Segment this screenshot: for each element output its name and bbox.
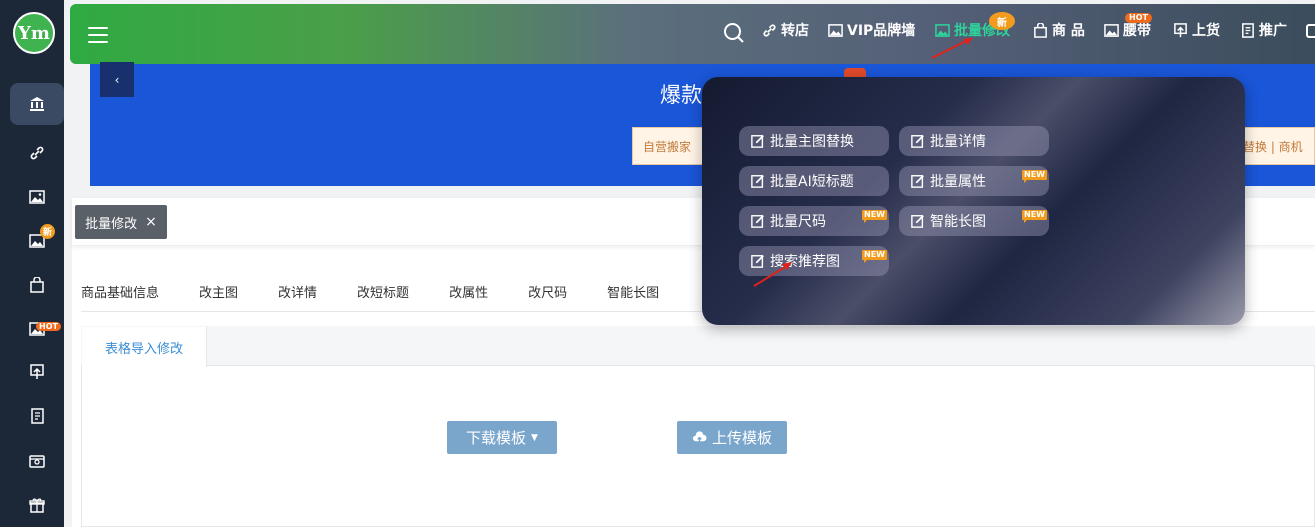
sidebar-item-shop[interactable] (10, 83, 64, 125)
banner-prev-button[interactable]: ‹ (100, 62, 134, 97)
nav-upload[interactable]: 上货 (1173, 20, 1220, 40)
menu-item-batch-detail[interactable]: 批量详情 (899, 126, 1049, 156)
nav-label: 腰带 (1123, 23, 1151, 39)
sidebar-item-belt[interactable]: HOT (10, 308, 64, 350)
menu-item-label: 批量属性 (930, 174, 986, 190)
menu-item-batch-main-image[interactable]: 批量主图替换 (739, 126, 889, 156)
menu-item-label: 智能长图 (930, 214, 986, 230)
menu-item-label: 批量详情 (930, 134, 986, 150)
sidebar-item-image[interactable] (10, 176, 64, 218)
nav-label: 推广 (1259, 23, 1287, 39)
tab-long-image[interactable]: 智能长图 (607, 282, 659, 301)
upload-template-button[interactable]: 上传模板 (677, 421, 787, 454)
tab-label: 批量修改 (85, 216, 138, 232)
nav-label: 上货 (1192, 23, 1220, 39)
shopping-bag-icon (30, 277, 44, 293)
nav-promote[interactable]: 推广 (1240, 20, 1287, 40)
edit-icon (751, 135, 764, 148)
edit-icon (911, 175, 924, 188)
new-tag: NEW (1022, 170, 1047, 183)
tab-basic-info[interactable]: 商品基础信息 (81, 282, 159, 301)
cloud-upload-icon (692, 431, 707, 444)
menu-item-batch-ai-short-title[interactable]: 批量AI短标题 (739, 166, 889, 196)
tab-table-import[interactable]: 表格导入修改 (82, 327, 207, 367)
button-label: 下载模板 (466, 429, 527, 447)
app-logo[interactable]: Ym (13, 12, 55, 54)
download-template-button[interactable]: 下载模板 ▼ (447, 421, 557, 454)
banner-chip: 替换 | 商机 (1240, 127, 1315, 165)
hamburger-menu-icon[interactable] (88, 27, 108, 43)
upload-board-icon (1174, 22, 1187, 37)
edit-icon (751, 175, 764, 188)
import-tabs-bar (81, 326, 1315, 366)
tab-detail[interactable]: 改详情 (278, 282, 317, 301)
nav-transfer-shop[interactable]: 转店 (762, 20, 809, 40)
hot-badge: HOT (36, 322, 61, 331)
document-icon (31, 408, 44, 424)
tab-size[interactable]: 改尺码 (528, 282, 567, 301)
sidebar-item-gift[interactable] (10, 484, 64, 526)
tab-main-image[interactable]: 改主图 (199, 282, 238, 301)
upload-board-icon (30, 364, 44, 379)
pointer-arrow (753, 262, 792, 287)
edit-icon (911, 135, 924, 148)
button-label: 上传模板 (711, 429, 772, 447)
hot-badge: HOT (1125, 13, 1152, 23)
close-icon[interactable]: × (145, 214, 157, 230)
sidebar-item-goods[interactable] (10, 264, 64, 306)
wallet-icon (29, 455, 45, 468)
nav-label: 转店 (781, 23, 809, 39)
nav-belt[interactable]: 腰带 (1104, 20, 1151, 40)
new-badge: 新 (40, 224, 56, 239)
new-tag: NEW (862, 250, 887, 263)
nav-goods[interactable]: 商 品 (1033, 20, 1085, 40)
banner-chip: 自营搬家 (632, 127, 707, 165)
sidebar-item-batch-edit[interactable]: 新 (10, 220, 64, 262)
menu-item-batch-size[interactable]: 批量尺码 NEW (739, 206, 889, 236)
menu-item-label: 批量尺码 (770, 214, 826, 230)
shopping-bag-icon (1034, 22, 1047, 38)
menu-item-label: 批量主图替换 (770, 134, 854, 150)
gift-icon (29, 498, 45, 513)
menu-item-batch-attributes[interactable]: 批量属性 NEW (899, 166, 1049, 196)
nav-label: 商 品 (1052, 23, 1085, 39)
open-tab-batch-edit[interactable]: 批量修改 × (75, 205, 167, 239)
edit-icon (911, 215, 924, 228)
sidebar-item-wallet[interactable] (10, 440, 64, 482)
link-icon (30, 146, 44, 160)
sidebar-item-promote[interactable] (10, 395, 64, 437)
nav-label: VIP品牌墙 (847, 23, 916, 39)
menu-item-smart-long-image[interactable]: 智能长图 NEW (899, 206, 1049, 236)
image-icon (1104, 23, 1119, 37)
new-tag: NEW (1022, 210, 1047, 223)
link-icon (763, 23, 776, 37)
caret-down-icon: ▼ (531, 432, 538, 443)
wallet-icon[interactable] (1306, 24, 1315, 38)
menu-item-label: 批量AI短标题 (770, 174, 854, 190)
tab-attributes[interactable]: 改属性 (449, 282, 488, 301)
edit-icon (751, 215, 764, 228)
new-badge: 新 (989, 12, 1015, 30)
edit-sub-tabs: 商品基础信息 改主图 改详情 改短标题 改属性 改尺码 智能长图 (81, 282, 699, 301)
sidebar-item-link[interactable] (10, 132, 64, 174)
sidebar-item-upload[interactable] (10, 351, 64, 393)
nav-vip-brand-wall[interactable]: VIP品牌墙 (828, 20, 915, 40)
search-icon[interactable] (723, 22, 745, 44)
document-icon (1242, 22, 1254, 38)
banner-headline: 爆款 (660, 83, 702, 107)
tab-short-title[interactable]: 改短标题 (357, 282, 409, 301)
image-icon (828, 23, 843, 37)
new-tag: NEW (862, 210, 887, 223)
image-icon (29, 190, 45, 204)
bank-icon (30, 97, 44, 111)
pointer-arrow (931, 37, 973, 59)
